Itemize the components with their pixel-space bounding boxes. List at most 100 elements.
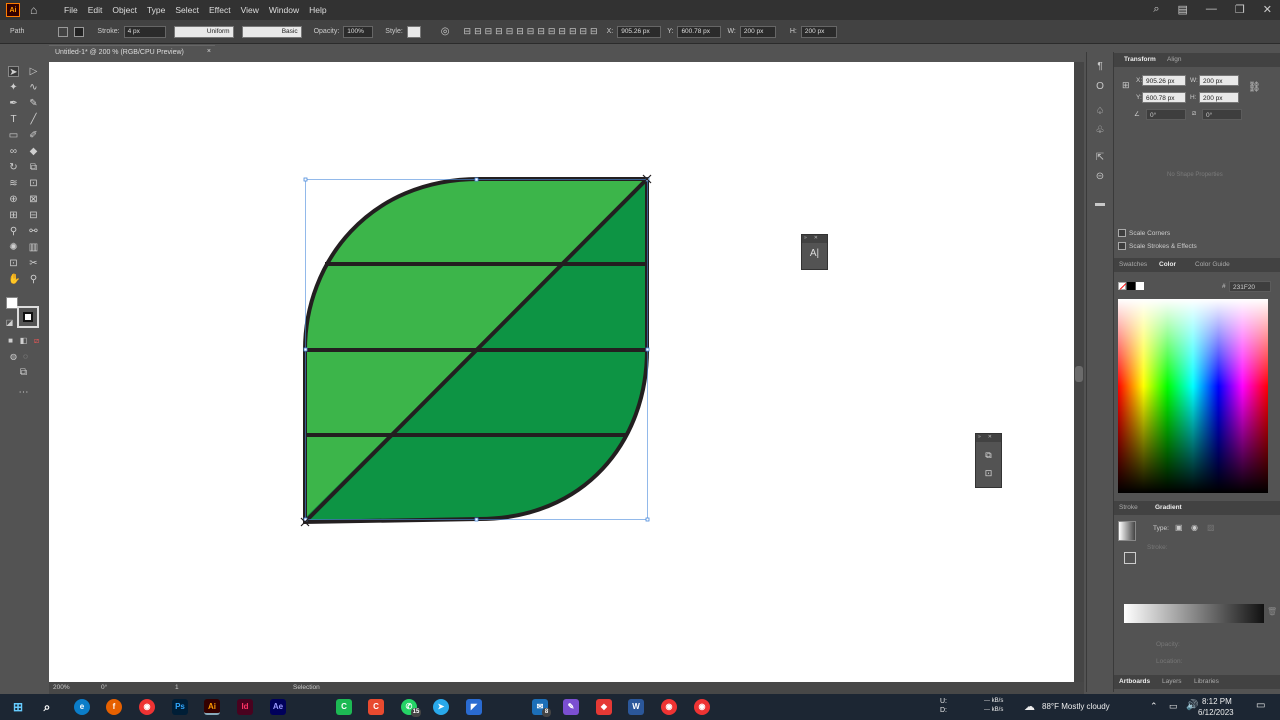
tab-libraries[interactable]: Libraries	[1194, 678, 1219, 685]
perspective-grid-tool-icon[interactable]: ⊞	[8, 210, 19, 221]
tab-gradient[interactable]: Gradient	[1155, 504, 1182, 511]
taskbar-search-icon[interactable]: ⌕	[39, 699, 55, 715]
menu-window[interactable]: Window	[269, 5, 299, 15]
y-field[interactable]: 600.78 px	[677, 25, 722, 38]
tab-stroke[interactable]: Stroke	[1119, 504, 1138, 511]
fill-swatch-icon[interactable]	[58, 26, 69, 37]
opentype-icon[interactable]: O	[1094, 81, 1106, 93]
opacity-field[interactable]: 100%	[343, 25, 374, 38]
scale-strokes-checkbox[interactable]	[1118, 242, 1126, 250]
draw-normal-icon[interactable]: ◍	[8, 351, 19, 362]
artboard-number[interactable]: 1	[175, 684, 179, 691]
radial-gradient-icon[interactable]: ◉	[1191, 523, 1198, 532]
scale-tool-icon[interactable]: ⧉	[28, 162, 39, 173]
rotate-angle-field[interactable]: 0°	[1146, 109, 1186, 120]
scale-corners-checkbox[interactable]	[1118, 229, 1126, 237]
linear-gradient-icon[interactable]: ▣	[1175, 523, 1183, 532]
menu-effect[interactable]: Effect	[209, 5, 231, 15]
comments-icon[interactable]: ▬	[1094, 198, 1106, 210]
volume-icon[interactable]: 🔊	[1186, 700, 1198, 711]
current-tool[interactable]: Selection	[293, 684, 320, 691]
variable-width-select[interactable]: Uniform	[173, 25, 234, 38]
arrange-documents-icon[interactable]: ▤	[1178, 3, 1188, 16]
artboard-canvas[interactable]: » ✕ A| » ✕ ⧉ ⊡	[49, 62, 1074, 682]
stroke-color-swatch[interactable]	[17, 306, 39, 328]
zoom-level[interactable]: 200%	[53, 684, 70, 691]
vertical-scroll-thumb[interactable]	[1075, 366, 1083, 382]
graphic-styles-icon[interactable]: ♧	[1094, 125, 1106, 137]
home-icon[interactable]: ⌂	[30, 3, 44, 17]
mesh-tool-icon[interactable]: ⊟	[28, 210, 39, 221]
hex-field[interactable]: 231F20	[1229, 281, 1271, 292]
brush-select[interactable]: Basic	[241, 25, 302, 38]
pen-tool-icon[interactable]: ✒	[8, 98, 19, 109]
clock-date[interactable]: 6/12/2023	[1198, 708, 1234, 717]
pathfinder-icon[interactable]: ⧉	[983, 450, 995, 462]
more-tools-icon[interactable]: ⋯	[18, 387, 29, 398]
tray-chevron-icon[interactable]: ⌃	[1150, 701, 1158, 712]
telegram-icon[interactable]: ➤	[433, 699, 449, 715]
app-red-icon[interactable]: ◆	[596, 699, 612, 715]
notifications-icon[interactable]: ▭	[1256, 700, 1265, 711]
x-field[interactable]: 905.26 px	[617, 25, 662, 38]
rotate-tool-icon[interactable]: ↻	[8, 162, 19, 173]
slice-tool-icon[interactable]: ✂	[28, 258, 39, 269]
artboard-tool-icon[interactable]: ⊡	[8, 258, 19, 269]
tab-align[interactable]: Align	[1167, 56, 1181, 63]
paintbrush-tool-icon[interactable]: ✐	[28, 130, 39, 141]
menu-file[interactable]: File	[64, 5, 78, 15]
paragraph-icon[interactable]: ¶	[1094, 61, 1106, 73]
eyedropper-tool-icon[interactable]: ⚲	[8, 226, 19, 237]
hand-tool-icon[interactable]: ✋	[8, 274, 20, 285]
selection-tool-icon[interactable]: ➤	[8, 66, 19, 78]
transform-y-field[interactable]: 600.78 px	[1142, 92, 1186, 103]
floating-transform-palette[interactable]: » ✕ ⧉ ⊡	[975, 433, 1002, 488]
rotation-value[interactable]: 0°	[101, 684, 107, 691]
direct-selection-tool-icon[interactable]: ▷	[28, 66, 39, 77]
menu-view[interactable]: View	[241, 5, 259, 15]
links-icon[interactable]: ⊝	[1094, 171, 1106, 183]
transform-h-field[interactable]: 200 px	[1199, 92, 1239, 103]
app-c-green-icon[interactable]: C	[336, 699, 352, 715]
document-tab[interactable]: Untitled-1* @ 200 % (RGB/CPU Preview) ×	[49, 45, 215, 60]
zoom-tool-icon[interactable]: ⚲	[28, 274, 39, 285]
clock-time[interactable]: 8:12 PM	[1202, 697, 1232, 706]
line-tool-icon[interactable]: ╱	[28, 114, 39, 125]
menu-select[interactable]: Select	[175, 5, 199, 15]
edge-icon[interactable]: e	[74, 699, 90, 715]
warp-tool-icon[interactable]: ≋	[8, 178, 19, 189]
close-tab-icon[interactable]: ×	[207, 48, 211, 55]
tab-layers[interactable]: Layers	[1162, 678, 1182, 685]
menu-help[interactable]: Help	[309, 5, 326, 15]
menu-object[interactable]: Object	[112, 5, 137, 15]
column-graph-tool-icon[interactable]: ▥	[28, 242, 39, 253]
type-tool-icon[interactable]: T	[8, 114, 19, 125]
blend-tool-icon[interactable]: ⚯	[28, 226, 39, 237]
photoshop-icon[interactable]: Ps	[172, 699, 188, 715]
transform-x-field[interactable]: 905.26 px	[1142, 75, 1186, 86]
none-mode-icon[interactable]: ⧄	[31, 335, 42, 346]
app-blue-icon[interactable]: ◤	[466, 699, 482, 715]
minimize-icon[interactable]: —	[1206, 3, 1217, 16]
gradient-slider[interactable]	[1124, 604, 1264, 623]
illustrator-logo[interactable]: Ai	[6, 3, 20, 17]
gradient-mode-icon[interactable]: ◧	[18, 335, 29, 346]
illustrator-taskbar-icon[interactable]: Ai	[204, 699, 220, 715]
tab-color-guide[interactable]: Color Guide	[1195, 261, 1230, 268]
recolor-icon[interactable]: ◎	[441, 26, 450, 37]
chrome-profile-2-icon[interactable]: ◉	[694, 699, 710, 715]
tab-swatches[interactable]: Swatches	[1119, 261, 1147, 268]
tab-artboards[interactable]: Artboards	[1119, 678, 1150, 685]
floating-character-palette[interactable]: » ✕ A|	[801, 234, 828, 270]
symbol-sprayer-tool-icon[interactable]: ✺	[8, 242, 19, 253]
draw-behind-icon[interactable]: ◌	[20, 351, 31, 362]
gradient-preview-swatch[interactable]	[1118, 521, 1136, 541]
white-color-chip[interactable]	[1136, 282, 1144, 290]
artboard-panel-icon[interactable]: ⊡	[983, 468, 995, 480]
color-mode-icon[interactable]: ■	[5, 335, 16, 346]
feather-app-icon[interactable]: ✎	[563, 699, 579, 715]
type-panel-icon[interactable]: A|	[808, 248, 822, 262]
tab-transform[interactable]: Transform	[1124, 56, 1156, 63]
freeform-gradient-icon[interactable]: ▨	[1207, 523, 1215, 532]
search-icon[interactable]: ⌕	[1153, 3, 1159, 16]
